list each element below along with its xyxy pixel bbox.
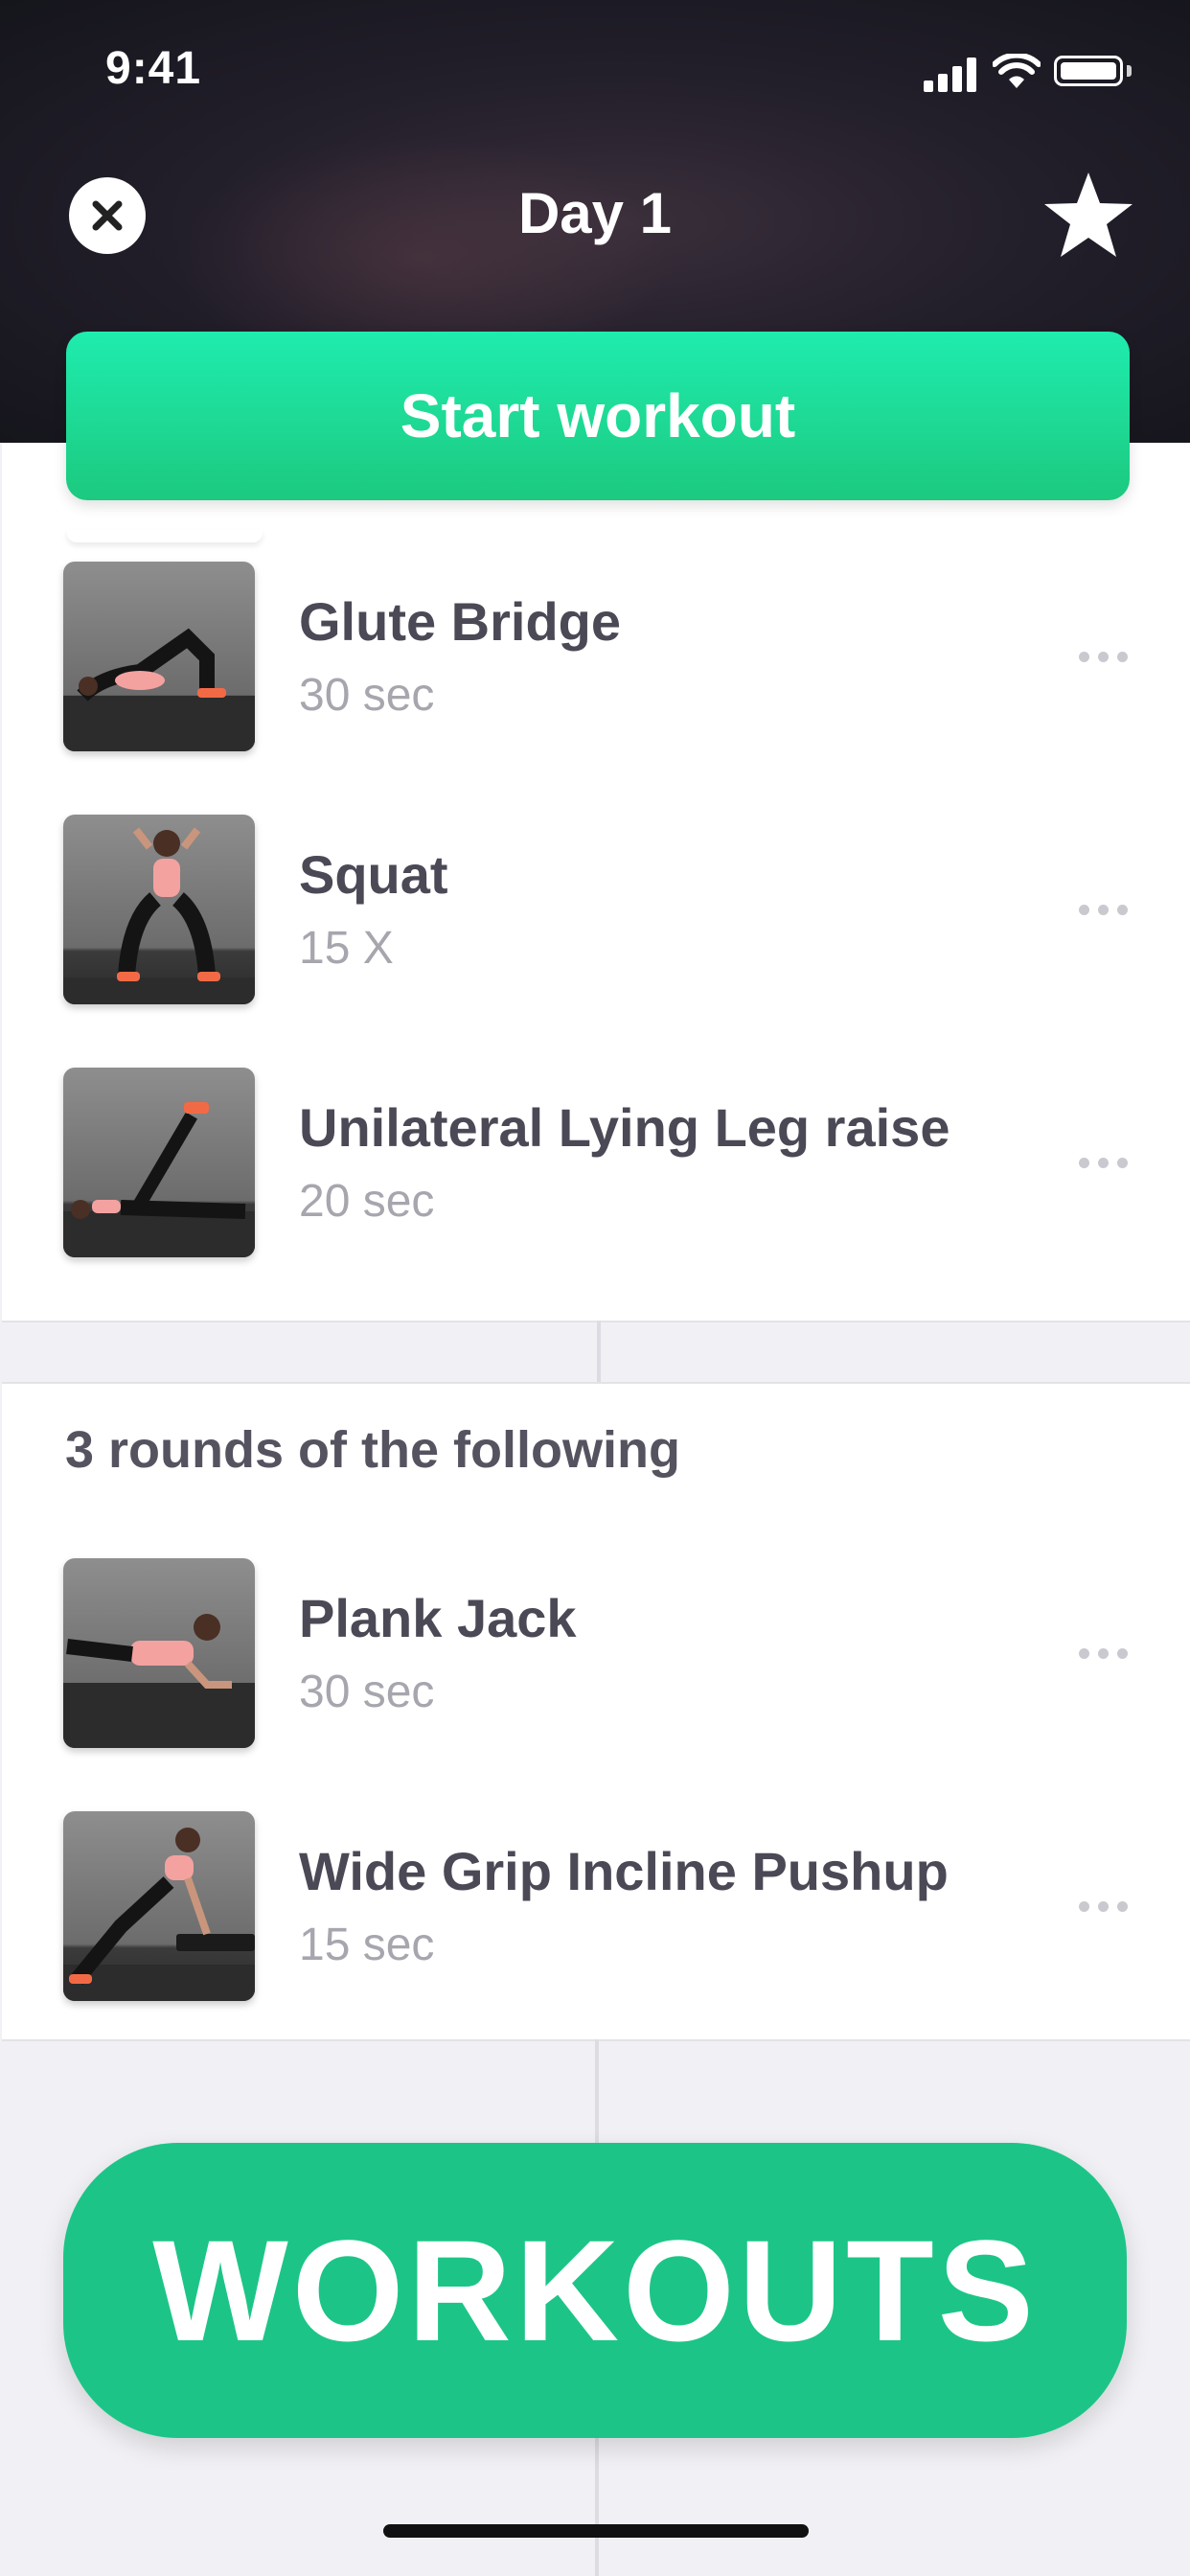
exercise-name: Unilateral Lying Leg raise bbox=[299, 1097, 950, 1158]
exercise-thumbnail bbox=[63, 1068, 255, 1257]
exercise-row-wide-grip-incline-pushup[interactable]: Wide Grip Incline Pushup 15 sec bbox=[2, 1811, 1190, 2003]
exercise-duration: 30 sec bbox=[299, 670, 435, 721]
previous-item-edge bbox=[67, 529, 263, 542]
exercise-thumbnail bbox=[63, 1811, 255, 2001]
star-icon bbox=[1044, 172, 1133, 257]
battery-icon bbox=[1054, 56, 1123, 86]
exercise-thumbnail bbox=[63, 1558, 255, 1748]
exercise-duration: 20 sec bbox=[299, 1176, 435, 1227]
wifi-icon bbox=[992, 52, 1041, 90]
exercise-name: Glute Bridge bbox=[299, 591, 622, 652]
exercise-name: Squat bbox=[299, 844, 448, 905]
exercise-name: Plank Jack bbox=[299, 1588, 577, 1648]
exercise-thumbnail bbox=[63, 815, 255, 1004]
exercise-duration: 15 sec bbox=[299, 1920, 435, 1970]
page-title: Day 1 bbox=[517, 181, 673, 245]
section-connector bbox=[597, 1321, 601, 1382]
exercise-section-1: Glute Bridge 30 sec Squat 15 X Unilatera… bbox=[2, 443, 1190, 1322]
exercise-duration: 30 sec bbox=[299, 1667, 435, 1717]
exercise-row-unilateral-lying-leg-raise[interactable]: Unilateral Lying Leg raise 20 sec bbox=[2, 1068, 1190, 1259]
more-options-icon[interactable] bbox=[1075, 1154, 1133, 1173]
more-options-icon[interactable] bbox=[1075, 648, 1133, 667]
exercise-thumbnail bbox=[63, 562, 255, 751]
exercise-name: Wide Grip Incline Pushup bbox=[299, 1841, 949, 1901]
status-icons bbox=[924, 52, 1144, 92]
close-icon bbox=[92, 200, 123, 231]
exercise-row-glute-bridge[interactable]: Glute Bridge 30 sec bbox=[2, 562, 1190, 753]
battery-cap bbox=[1127, 65, 1132, 77]
rounds-title: 3 rounds of the following bbox=[65, 1421, 680, 1479]
more-options-icon[interactable] bbox=[1075, 901, 1133, 920]
favorite-button[interactable] bbox=[1041, 169, 1136, 261]
close-button[interactable] bbox=[69, 177, 146, 254]
exercise-row-plank-jack[interactable]: Plank Jack 30 sec bbox=[2, 1558, 1190, 1750]
status-time: 9:41 bbox=[105, 43, 202, 94]
home-indicator[interactable] bbox=[383, 2524, 809, 2538]
exercise-reps: 15 X bbox=[299, 923, 394, 974]
more-options-icon[interactable] bbox=[1075, 1898, 1133, 1917]
signal-icon bbox=[924, 58, 977, 92]
exercise-section-2: 3 rounds of the following Plank Jack 30 … bbox=[2, 1382, 1190, 2041]
start-workout-button[interactable]: Start workout bbox=[66, 332, 1130, 500]
exercise-row-squat[interactable]: Squat 15 X bbox=[2, 815, 1190, 1006]
workouts-button[interactable]: WORKOUTS bbox=[63, 2143, 1127, 2438]
more-options-icon[interactable] bbox=[1075, 1644, 1133, 1664]
